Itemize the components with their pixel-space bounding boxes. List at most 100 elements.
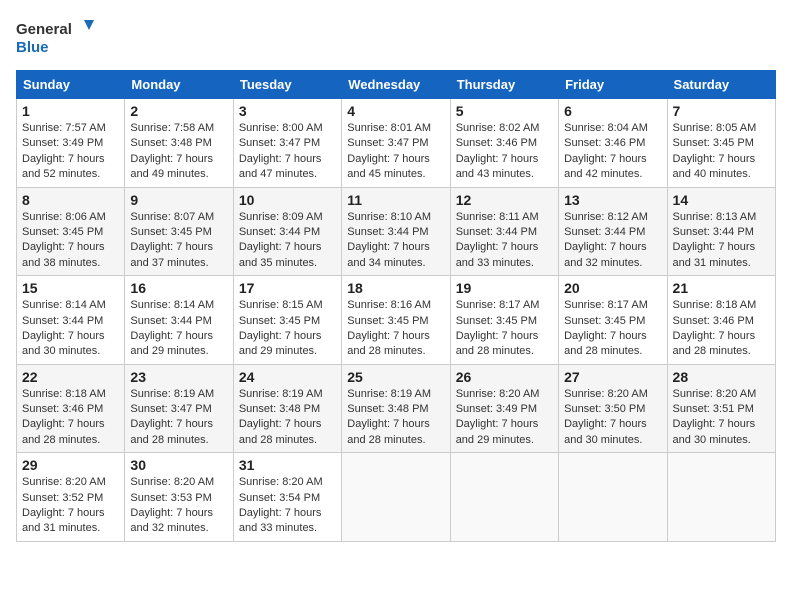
calendar-table: SundayMondayTuesdayWednesdayThursdayFrid… bbox=[16, 70, 776, 542]
header-row: SundayMondayTuesdayWednesdayThursdayFrid… bbox=[17, 71, 776, 99]
day-info: Sunrise: 8:20 AMSunset: 3:52 PMDaylight:… bbox=[22, 475, 119, 537]
day-info: Sunrise: 8:16 AMSunset: 3:45 PMDaylight:… bbox=[347, 298, 444, 360]
day-number: 16 bbox=[130, 280, 227, 296]
header-saturday: Saturday bbox=[667, 71, 775, 99]
day-info: Sunrise: 8:20 AMSunset: 3:53 PMDaylight:… bbox=[130, 475, 227, 537]
day-info: Sunrise: 8:04 AMSunset: 3:46 PMDaylight:… bbox=[564, 121, 661, 183]
day-cell: 30 Sunrise: 8:20 AMSunset: 3:53 PMDaylig… bbox=[125, 453, 233, 542]
day-info: Sunrise: 8:00 AMSunset: 3:47 PMDaylight:… bbox=[239, 121, 336, 183]
day-cell: 27 Sunrise: 8:20 AMSunset: 3:50 PMDaylig… bbox=[559, 364, 667, 453]
day-number: 14 bbox=[673, 192, 770, 208]
day-number: 23 bbox=[130, 369, 227, 385]
day-cell: 13 Sunrise: 8:12 AMSunset: 3:44 PMDaylig… bbox=[559, 187, 667, 276]
day-number: 12 bbox=[456, 192, 553, 208]
day-cell: 8 Sunrise: 8:06 AMSunset: 3:45 PMDayligh… bbox=[17, 187, 125, 276]
day-number: 19 bbox=[456, 280, 553, 296]
day-cell: 21 Sunrise: 8:18 AMSunset: 3:46 PMDaylig… bbox=[667, 276, 775, 365]
day-info: Sunrise: 8:20 AMSunset: 3:54 PMDaylight:… bbox=[239, 475, 336, 537]
week-row-2: 8 Sunrise: 8:06 AMSunset: 3:45 PMDayligh… bbox=[17, 187, 776, 276]
day-number: 21 bbox=[673, 280, 770, 296]
day-info: Sunrise: 8:20 AMSunset: 3:49 PMDaylight:… bbox=[456, 387, 553, 449]
day-number: 18 bbox=[347, 280, 444, 296]
day-cell: 9 Sunrise: 8:07 AMSunset: 3:45 PMDayligh… bbox=[125, 187, 233, 276]
day-number: 17 bbox=[239, 280, 336, 296]
day-number: 30 bbox=[130, 457, 227, 473]
day-cell: 29 Sunrise: 8:20 AMSunset: 3:52 PMDaylig… bbox=[17, 453, 125, 542]
logo: General Blue bbox=[16, 16, 96, 60]
day-info: Sunrise: 8:09 AMSunset: 3:44 PMDaylight:… bbox=[239, 210, 336, 272]
day-number: 22 bbox=[22, 369, 119, 385]
day-info: Sunrise: 8:19 AMSunset: 3:48 PMDaylight:… bbox=[239, 387, 336, 449]
day-cell: 19 Sunrise: 8:17 AMSunset: 3:45 PMDaylig… bbox=[450, 276, 558, 365]
header-friday: Friday bbox=[559, 71, 667, 99]
day-cell: 28 Sunrise: 8:20 AMSunset: 3:51 PMDaylig… bbox=[667, 364, 775, 453]
day-cell bbox=[342, 453, 450, 542]
day-info: Sunrise: 8:05 AMSunset: 3:45 PMDaylight:… bbox=[673, 121, 770, 183]
day-info: Sunrise: 8:06 AMSunset: 3:45 PMDaylight:… bbox=[22, 210, 119, 272]
day-number: 9 bbox=[130, 192, 227, 208]
day-cell: 15 Sunrise: 8:14 AMSunset: 3:44 PMDaylig… bbox=[17, 276, 125, 365]
day-info: Sunrise: 8:12 AMSunset: 3:44 PMDaylight:… bbox=[564, 210, 661, 272]
day-number: 26 bbox=[456, 369, 553, 385]
day-cell: 6 Sunrise: 8:04 AMSunset: 3:46 PMDayligh… bbox=[559, 99, 667, 188]
day-info: Sunrise: 8:01 AMSunset: 3:47 PMDaylight:… bbox=[347, 121, 444, 183]
day-cell: 14 Sunrise: 8:13 AMSunset: 3:44 PMDaylig… bbox=[667, 187, 775, 276]
day-cell: 22 Sunrise: 8:18 AMSunset: 3:46 PMDaylig… bbox=[17, 364, 125, 453]
day-number: 3 bbox=[239, 103, 336, 119]
day-cell: 2 Sunrise: 7:58 AMSunset: 3:48 PMDayligh… bbox=[125, 99, 233, 188]
day-number: 24 bbox=[239, 369, 336, 385]
svg-text:General: General bbox=[16, 21, 72, 38]
day-cell bbox=[559, 453, 667, 542]
svg-text:Blue: Blue bbox=[16, 39, 49, 56]
day-cell: 23 Sunrise: 8:19 AMSunset: 3:47 PMDaylig… bbox=[125, 364, 233, 453]
day-number: 28 bbox=[673, 369, 770, 385]
day-info: Sunrise: 8:07 AMSunset: 3:45 PMDaylight:… bbox=[130, 210, 227, 272]
day-cell: 24 Sunrise: 8:19 AMSunset: 3:48 PMDaylig… bbox=[233, 364, 341, 453]
day-info: Sunrise: 8:11 AMSunset: 3:44 PMDaylight:… bbox=[456, 210, 553, 272]
day-number: 7 bbox=[673, 103, 770, 119]
day-cell: 11 Sunrise: 8:10 AMSunset: 3:44 PMDaylig… bbox=[342, 187, 450, 276]
day-cell: 5 Sunrise: 8:02 AMSunset: 3:46 PMDayligh… bbox=[450, 99, 558, 188]
page-header: General Blue bbox=[16, 16, 776, 60]
day-number: 25 bbox=[347, 369, 444, 385]
logo-svg: General Blue bbox=[16, 16, 96, 60]
day-info: Sunrise: 8:14 AMSunset: 3:44 PMDaylight:… bbox=[22, 298, 119, 360]
day-cell: 20 Sunrise: 8:17 AMSunset: 3:45 PMDaylig… bbox=[559, 276, 667, 365]
day-number: 11 bbox=[347, 192, 444, 208]
day-number: 4 bbox=[347, 103, 444, 119]
day-number: 13 bbox=[564, 192, 661, 208]
day-info: Sunrise: 8:19 AMSunset: 3:47 PMDaylight:… bbox=[130, 387, 227, 449]
day-cell: 17 Sunrise: 8:15 AMSunset: 3:45 PMDaylig… bbox=[233, 276, 341, 365]
day-cell: 3 Sunrise: 8:00 AMSunset: 3:47 PMDayligh… bbox=[233, 99, 341, 188]
day-cell: 4 Sunrise: 8:01 AMSunset: 3:47 PMDayligh… bbox=[342, 99, 450, 188]
day-cell: 26 Sunrise: 8:20 AMSunset: 3:49 PMDaylig… bbox=[450, 364, 558, 453]
header-monday: Monday bbox=[125, 71, 233, 99]
day-number: 29 bbox=[22, 457, 119, 473]
day-cell: 7 Sunrise: 8:05 AMSunset: 3:45 PMDayligh… bbox=[667, 99, 775, 188]
day-cell: 16 Sunrise: 8:14 AMSunset: 3:44 PMDaylig… bbox=[125, 276, 233, 365]
day-info: Sunrise: 8:14 AMSunset: 3:44 PMDaylight:… bbox=[130, 298, 227, 360]
day-number: 15 bbox=[22, 280, 119, 296]
day-cell bbox=[667, 453, 775, 542]
day-info: Sunrise: 8:20 AMSunset: 3:51 PMDaylight:… bbox=[673, 387, 770, 449]
day-info: Sunrise: 8:13 AMSunset: 3:44 PMDaylight:… bbox=[673, 210, 770, 272]
day-info: Sunrise: 7:57 AMSunset: 3:49 PMDaylight:… bbox=[22, 121, 119, 183]
day-number: 1 bbox=[22, 103, 119, 119]
day-number: 31 bbox=[239, 457, 336, 473]
day-info: Sunrise: 8:17 AMSunset: 3:45 PMDaylight:… bbox=[564, 298, 661, 360]
header-tuesday: Tuesday bbox=[233, 71, 341, 99]
day-cell: 25 Sunrise: 8:19 AMSunset: 3:48 PMDaylig… bbox=[342, 364, 450, 453]
day-info: Sunrise: 8:20 AMSunset: 3:50 PMDaylight:… bbox=[564, 387, 661, 449]
day-number: 20 bbox=[564, 280, 661, 296]
week-row-3: 15 Sunrise: 8:14 AMSunset: 3:44 PMDaylig… bbox=[17, 276, 776, 365]
day-number: 5 bbox=[456, 103, 553, 119]
day-number: 2 bbox=[130, 103, 227, 119]
week-row-1: 1 Sunrise: 7:57 AMSunset: 3:49 PMDayligh… bbox=[17, 99, 776, 188]
day-cell: 1 Sunrise: 7:57 AMSunset: 3:49 PMDayligh… bbox=[17, 99, 125, 188]
day-cell: 18 Sunrise: 8:16 AMSunset: 3:45 PMDaylig… bbox=[342, 276, 450, 365]
day-info: Sunrise: 8:02 AMSunset: 3:46 PMDaylight:… bbox=[456, 121, 553, 183]
week-row-5: 29 Sunrise: 8:20 AMSunset: 3:52 PMDaylig… bbox=[17, 453, 776, 542]
header-wednesday: Wednesday bbox=[342, 71, 450, 99]
day-cell: 10 Sunrise: 8:09 AMSunset: 3:44 PMDaylig… bbox=[233, 187, 341, 276]
day-info: Sunrise: 8:18 AMSunset: 3:46 PMDaylight:… bbox=[22, 387, 119, 449]
